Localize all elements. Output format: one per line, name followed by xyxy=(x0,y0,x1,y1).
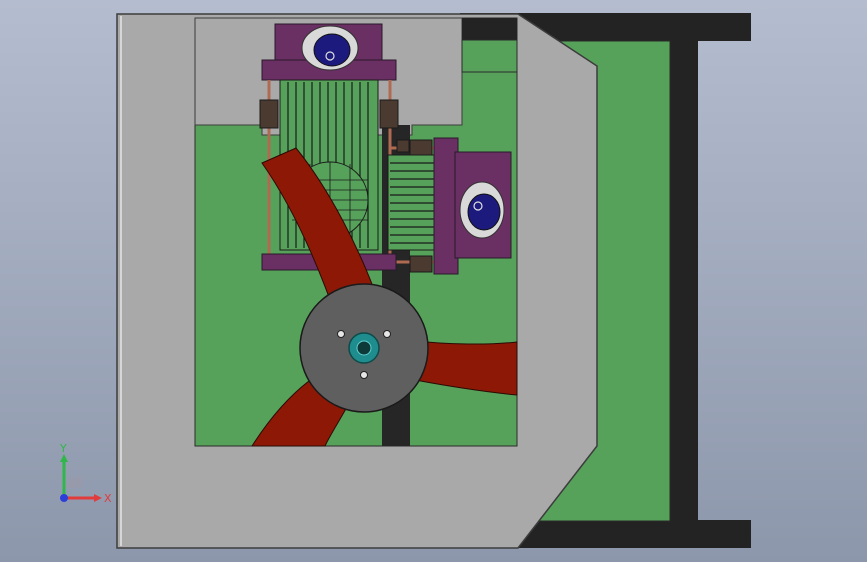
triad-plane-indicator xyxy=(64,475,82,488)
cad-viewport[interactable]: Y X xyxy=(0,0,867,562)
y-axis-arrowhead xyxy=(60,454,68,462)
x-axis-arrowhead xyxy=(94,494,102,502)
upper-motor-mount[interactable] xyxy=(261,23,397,81)
y-axis-label: Y xyxy=(59,442,67,455)
notch-green xyxy=(461,39,518,73)
z-axis-indicator xyxy=(60,494,68,502)
model-view[interactable] xyxy=(0,0,867,562)
x-axis-label: X xyxy=(104,492,112,505)
right-motor-mount[interactable] xyxy=(433,137,512,275)
notch-dark xyxy=(462,18,517,40)
orientation-triad[interactable]: Y X xyxy=(48,440,112,508)
fan-hub[interactable] xyxy=(299,283,429,413)
